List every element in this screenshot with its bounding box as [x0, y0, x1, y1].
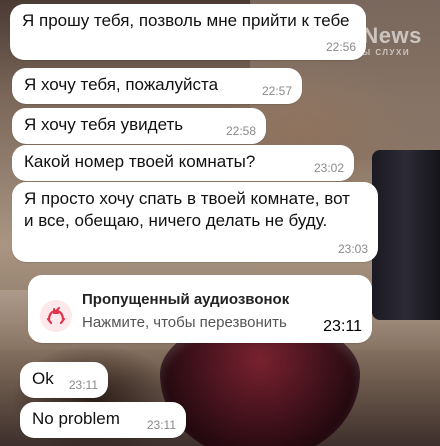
message-bubble[interactable]: Я хочу тебя увидеть 22:58: [12, 108, 266, 144]
background-bottle: [372, 150, 440, 320]
message-time: 22:57: [261, 84, 292, 98]
missed-call-title: Пропущенный аудиозвонок: [82, 291, 290, 308]
message-time: 22:58: [225, 124, 256, 138]
message-text: Ok: [32, 369, 54, 388]
message-text: No problem: [32, 409, 120, 428]
missed-call-subtitle[interactable]: Нажмите, чтобы перезвонить: [82, 314, 287, 331]
message-time: 23:02: [313, 161, 344, 175]
message-text: Я хочу тебя, пожалуйста: [24, 75, 219, 94]
message-text: Я просто хочу спать в твоей комнате, вот…: [24, 189, 350, 230]
message-bubble[interactable]: Я хочу тебя, пожалуйста 22:57: [12, 68, 302, 104]
message-text: Я хочу тебя увидеть: [24, 115, 184, 134]
message-bubble[interactable]: Я просто хочу спать в твоей комнате, вот…: [12, 182, 378, 262]
message-bubble[interactable]: Какой номер твоей комнаты? 23:02: [12, 145, 354, 181]
missed-call-card[interactable]: 23:11: [28, 275, 372, 343]
missed-call-icon: [40, 300, 72, 332]
message-text: Какой номер твоей комнаты?: [24, 152, 256, 171]
message-time: 22:56: [325, 40, 356, 54]
message-bubble[interactable]: Ok 23:11: [20, 362, 108, 398]
message-time: 23:11: [146, 418, 176, 432]
message-time: 23:03: [337, 242, 368, 256]
message-bubble[interactable]: No problem 23:11: [20, 402, 186, 438]
message-time: 23:11: [68, 378, 98, 392]
missed-call-time: 23:11: [323, 318, 362, 335]
message-text: Я прошу тебя, позволь мне прийти к тебе: [22, 11, 350, 30]
message-bubble[interactable]: Я прошу тебя, позволь мне прийти к тебе …: [10, 4, 366, 60]
